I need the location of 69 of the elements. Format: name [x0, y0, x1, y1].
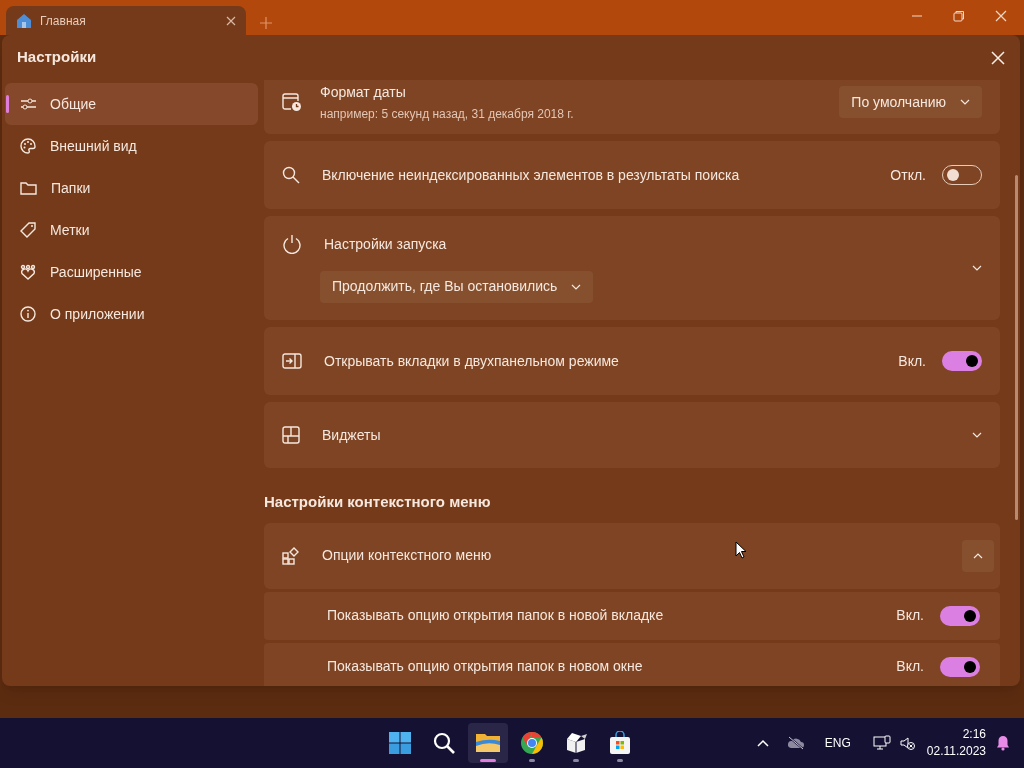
- setting-title: Формат даты: [320, 82, 407, 102]
- clock-time[interactable]: 2:16: [962, 726, 986, 743]
- browser-tab[interactable]: Главная: [6, 6, 246, 35]
- chevron-down-icon[interactable]: [972, 432, 982, 438]
- chevron-down-icon[interactable]: [571, 283, 582, 290]
- bell-icon[interactable]: [996, 735, 1010, 751]
- dialog-title: Настройки: [17, 47, 98, 68]
- setting-title: Включение неиндексированных элементов в результаты поиска: [322, 165, 741, 185]
- sliders-icon: [20, 97, 36, 111]
- calendar-clock-icon: [282, 92, 302, 112]
- close-icon[interactable]: [226, 15, 236, 26]
- network-icon[interactable]: [872, 735, 891, 751]
- chevron-up-icon[interactable]: [756, 739, 769, 747]
- setting-title: Показывать опцию открытия папок в новом окне: [327, 657, 644, 676]
- folder-icon: [475, 732, 501, 754]
- toggle-state-label: Вкл.: [896, 657, 924, 676]
- setting-title: Виджеты: [322, 425, 381, 445]
- setting-title: Открывать вкладки в двухпанельном режиме: [324, 351, 620, 371]
- restore-icon[interactable]: [953, 10, 965, 22]
- search-icon: [432, 731, 456, 755]
- start-icon: [388, 731, 412, 755]
- close-icon[interactable]: [995, 10, 1007, 22]
- speaker-muted-icon[interactable]: [898, 735, 915, 751]
- apps-add-icon: [282, 546, 300, 565]
- setting-description: например: 5 секунд назад, 31 декабря 2018 г.: [320, 105, 575, 123]
- chevron-up-icon: [973, 552, 983, 559]
- toggle-state-label: Вкл.: [896, 606, 924, 625]
- sidebar-item[interactable]: Общие: [5, 83, 258, 125]
- sidebar-item[interactable]: Внешний вид: [5, 125, 258, 167]
- tab-title: Главная: [40, 12, 87, 30]
- sidebar-item[interactable]: Расширенные: [5, 251, 258, 293]
- setting-title: Показывать опцию открытия папок в новой вкладке: [327, 606, 665, 625]
- taskbar-app[interactable]: [468, 723, 508, 763]
- toggle-switch[interactable]: [940, 605, 980, 626]
- cursor-icon: [735, 541, 747, 559]
- setting-title: Настройки запуска: [324, 234, 447, 254]
- search-icon: [282, 166, 300, 184]
- tag-icon: [20, 222, 36, 238]
- toggle-switch[interactable]: [940, 656, 980, 677]
- cloud-off-icon[interactable]: [786, 736, 805, 750]
- widgets-icon: [282, 426, 300, 444]
- sidebar-item[interactable]: Метки: [5, 209, 258, 251]
- clock-date[interactable]: 02.11.2023: [926, 743, 986, 760]
- box-icon: [564, 731, 588, 755]
- toggle-switch[interactable]: [942, 351, 982, 371]
- setting-title: Опции контекстного меню: [322, 546, 492, 565]
- power-icon: [282, 234, 302, 254]
- store-icon: [608, 731, 632, 755]
- info-icon: [20, 306, 36, 322]
- section-heading: Настройки контекстного меню: [264, 492, 492, 512]
- home-icon: [16, 12, 32, 29]
- language-indicator[interactable]: ENG: [824, 734, 851, 752]
- chrome-icon: [520, 731, 544, 755]
- chevron-down-icon[interactable]: [972, 265, 982, 271]
- chevron-down-icon[interactable]: [960, 99, 970, 105]
- settings-card[interactable]: Опции контекстного меню: [264, 522, 1000, 589]
- hearts-icon: [20, 264, 36, 280]
- settings-card[interactable]: Виджеты: [264, 402, 1000, 468]
- sidebar-item[interactable]: Папки: [5, 167, 258, 209]
- dual-pane-icon: [282, 353, 302, 369]
- folder-icon: [20, 181, 37, 195]
- dropdown[interactable]: По умолчанию: [839, 86, 982, 118]
- toggle-state-label: Откл.: [890, 165, 926, 185]
- dropdown[interactable]: Продолжить, где Вы остановились: [320, 270, 594, 303]
- settings-card[interactable]: Настройки запуска Продолжить, где Вы остановились: [264, 216, 1000, 320]
- palette-icon: [20, 138, 36, 154]
- sidebar-item[interactable]: О приложении: [5, 293, 258, 335]
- scrollbar[interactable]: [1015, 175, 1018, 520]
- toggle-state-label: Вкл.: [898, 351, 926, 371]
